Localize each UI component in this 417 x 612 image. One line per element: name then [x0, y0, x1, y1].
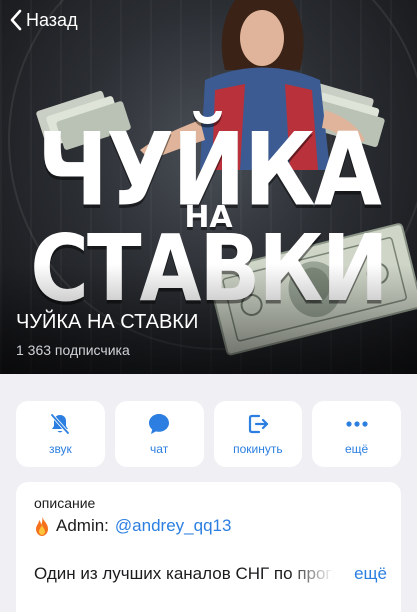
back-label: Назад: [26, 9, 78, 30]
admin-prefix: Admin:: [56, 516, 109, 535]
more-dots-icon: [346, 421, 368, 427]
admin-line: Admin: @andrey_qq13: [34, 516, 383, 536]
description-more-link[interactable]: ещё: [354, 564, 387, 584]
fire-icon: [36, 516, 48, 536]
bell-off-icon: [51, 413, 70, 435]
admin-mention-link[interactable]: @andrey_qq13: [115, 516, 232, 536]
leave-icon: [248, 414, 268, 434]
channel-header-image: ЧУЙКА НА СТАВКИ Назад ЧУЙКА НА СТАВКИ 1 …: [0, 0, 417, 374]
description-text: Один из лучших каналов СНГ по прогнозам: [34, 564, 334, 583]
more-button[interactable]: ещё: [312, 401, 401, 467]
chat-bubble-icon: [149, 414, 170, 434]
description-card: описание Admin: @andrey_qq13 Один из луч…: [16, 482, 401, 612]
leave-label: покинуть: [233, 442, 283, 456]
mute-label: звук: [48, 442, 72, 456]
chat-button[interactable]: чат: [114, 401, 204, 467]
more-label: ещё: [345, 442, 369, 456]
chevron-left-icon: [10, 9, 22, 31]
channel-action-bar: звук чат покинуть ещё: [16, 401, 401, 467]
leave-button[interactable]: покинуть: [213, 401, 303, 467]
channel-title: ЧУЙКА НА СТАВКИ: [16, 311, 199, 333]
description-heading: описание: [34, 495, 96, 511]
back-button[interactable]: Назад: [8, 8, 78, 32]
mute-button[interactable]: звук: [16, 401, 105, 467]
chat-label: чат: [150, 442, 169, 456]
subscriber-count: 1 363 подписчика: [16, 342, 130, 358]
